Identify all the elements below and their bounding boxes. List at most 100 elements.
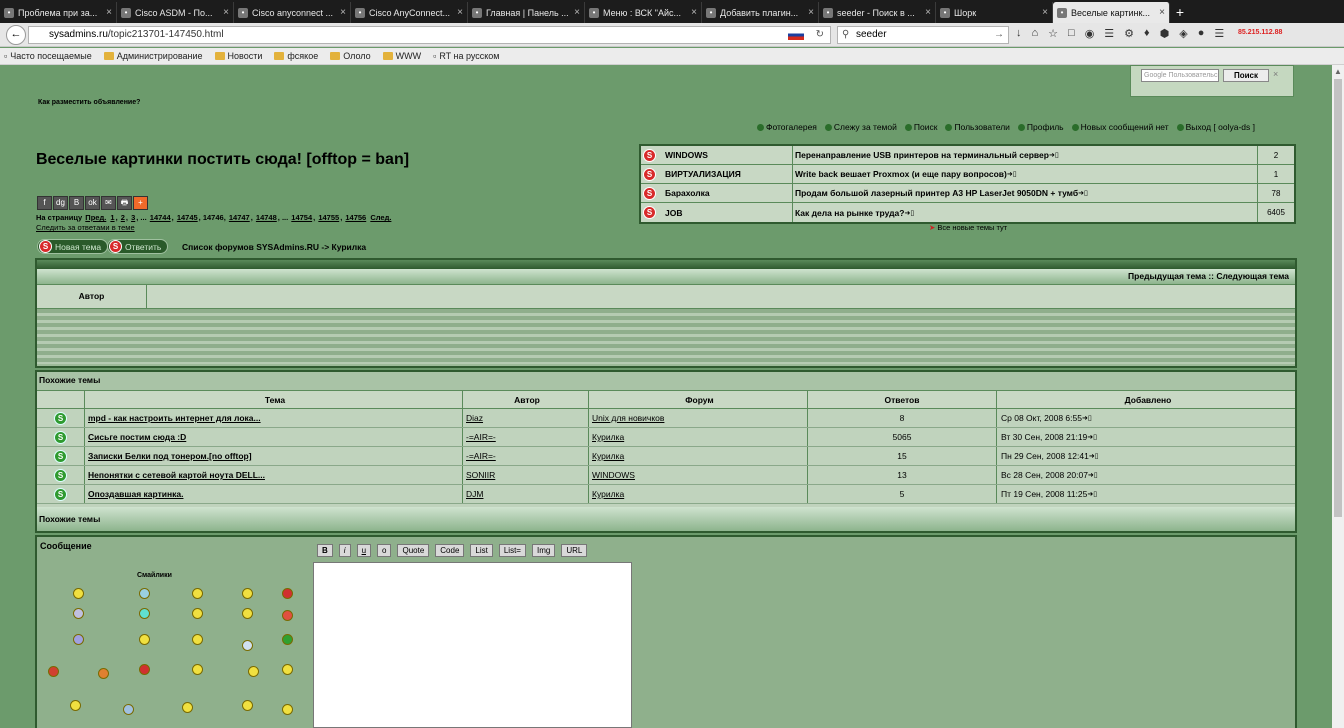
smiley-icon[interactable] [139, 664, 150, 675]
page-link[interactable]: 14747 [229, 213, 250, 222]
smiley-icon[interactable] [98, 668, 109, 679]
browser-tab[interactable]: • Cisco anyconnect ... × [234, 2, 351, 23]
pager-next-link[interactable]: След. [370, 213, 391, 222]
odnoklassniki-icon[interactable]: ok [85, 196, 100, 210]
page-link[interactable]: 3 [131, 213, 135, 222]
close-tab-icon[interactable]: × [1159, 7, 1165, 18]
goto-post-icon[interactable]: ➜▯ [1088, 471, 1098, 479]
similar-forum-link[interactable]: Курилка [589, 447, 808, 465]
similar-author-link[interactable]: DJM [463, 485, 589, 503]
forum-cell[interactable]: S Барахолка [641, 184, 793, 202]
search-go-icon[interactable]: → [994, 27, 1004, 43]
home-icon[interactable]: ⌂ [1032, 27, 1039, 40]
smiley-icon[interactable] [248, 666, 259, 677]
page-link[interactable]: 14745 [177, 213, 198, 222]
similar-author-link[interactable]: SONIIR [463, 466, 589, 484]
browser-tab[interactable]: • seeder - Поиск в ... × [819, 2, 936, 23]
goto-post-icon[interactable]: ➜▯ [1007, 170, 1017, 178]
list-numbered-button[interactable]: List= [498, 544, 526, 557]
smiley-icon[interactable] [242, 640, 253, 651]
goto-post-icon[interactable]: ➜▯ [1089, 452, 1099, 460]
similar-author-link[interactable]: -=AIR=- [463, 447, 589, 465]
browser-tab[interactable]: • Веселые картинк... × [1053, 2, 1170, 23]
smiley-icon[interactable] [282, 664, 293, 675]
smiley-icon[interactable] [282, 610, 293, 621]
page-link[interactable]: 14754 [291, 213, 312, 222]
smiley-icon[interactable] [282, 704, 293, 715]
similar-topic-link[interactable]: Сисьге постим сюда :D [85, 428, 463, 446]
smiley-icon[interactable] [192, 634, 203, 645]
smiley-icon[interactable] [192, 588, 203, 599]
smiley-icon[interactable] [242, 700, 253, 711]
smiley-icon[interactable] [73, 588, 84, 599]
google-search-input[interactable]: Google Пользовательский поиск [1141, 69, 1219, 82]
scrollbar-thumb[interactable] [1334, 79, 1342, 517]
follow-topic-link[interactable]: Следить за ответами в теме [36, 223, 135, 232]
message-textarea[interactable] [313, 562, 632, 728]
topnav-item[interactable]: Новых сообщений нет [1071, 122, 1169, 132]
similar-topic-link[interactable]: mpd - как настроить интернет для лока... [85, 409, 463, 427]
prev-next-topic-nav[interactable]: Предыдущая тема :: Следующая тема [37, 269, 1295, 284]
close-tab-icon[interactable]: × [340, 7, 346, 18]
extension-icon[interactable]: ⚙ [1124, 27, 1134, 40]
page-link[interactable]: 14755 [318, 213, 339, 222]
abp-icon[interactable]: ⬢ [1160, 27, 1170, 40]
smiley-icon[interactable] [282, 588, 293, 599]
smiley-icon[interactable] [192, 664, 203, 675]
google-search-button[interactable]: Поиск [1223, 69, 1269, 82]
topnav-item[interactable]: Выход [ oolya-ds ] [1176, 122, 1255, 132]
page-link[interactable]: 1 [110, 213, 114, 222]
bold-button[interactable]: B [317, 544, 333, 557]
similar-author-link[interactable]: -=AIR=- [463, 428, 589, 446]
smiley-icon[interactable] [182, 702, 193, 713]
similar-forum-link[interactable]: Курилка [589, 428, 808, 446]
page-link[interactable]: 2 [121, 213, 125, 222]
similar-topic-link[interactable]: Записки Белки под тонером.[no offtop] [85, 447, 463, 465]
back-button[interactable]: ← [6, 25, 26, 45]
topic-cell[interactable]: Продам большой лазерный принтер A3 HP La… [793, 184, 1258, 202]
shield-icon[interactable]: ◈ [1179, 27, 1187, 40]
similar-topic-link[interactable]: Опоздавшая картинка. [85, 485, 463, 503]
italic-button[interactable]: i [338, 544, 351, 557]
facebook-icon[interactable]: f [37, 196, 52, 210]
bookmark-item[interactable]: Администрирование [103, 51, 203, 61]
reply-button[interactable]: S Ответить [107, 239, 169, 254]
topic-cell[interactable]: Write back вешает Proxmox (и еще пару во… [793, 165, 1258, 183]
close-tab-icon[interactable]: × [574, 7, 580, 18]
underline-button[interactable]: u [356, 544, 372, 557]
smiley-icon[interactable] [73, 608, 84, 619]
smiley-icon[interactable] [123, 704, 134, 715]
smiley-icon[interactable] [242, 608, 253, 619]
goto-post-icon[interactable]: ➜▯ [1087, 433, 1097, 441]
bookmark-item[interactable]: фсякое [274, 51, 318, 61]
plus-icon[interactable]: + [133, 196, 148, 210]
pager-prev-link[interactable]: Пред. [85, 213, 106, 222]
quote-button[interactable]: Quote [397, 544, 430, 557]
browser-search-input[interactable]: ⚲ seeder → [837, 26, 1009, 44]
browser-tab[interactable]: • Шорк × [936, 2, 1053, 23]
person-icon[interactable]: ● [1198, 27, 1205, 40]
close-icon[interactable]: × [1273, 69, 1278, 79]
bookmark-item[interactable]: ▫ Часто посещаемые [4, 51, 92, 61]
all-new-topics-link[interactable]: ➤ Все новые темы тут [929, 223, 1007, 232]
pocket-icon[interactable]: ◉ [1085, 27, 1095, 40]
close-tab-icon[interactable]: × [223, 7, 229, 18]
similar-author-link[interactable]: Diaz [463, 409, 589, 427]
list-button[interactable]: List [470, 544, 493, 557]
reload-icon[interactable]: ↻ [816, 27, 824, 43]
goto-post-icon[interactable]: ➜▯ [1087, 490, 1097, 498]
code-button[interactable]: Code [435, 544, 465, 557]
close-tab-icon[interactable]: × [106, 7, 112, 18]
menu-icon[interactable]: ☰ [1214, 27, 1224, 40]
topnav-item[interactable]: Профиль [1017, 122, 1064, 132]
star-icon[interactable]: ☆ [1048, 27, 1058, 40]
goto-post-icon[interactable]: ➜▯ [1082, 414, 1092, 422]
smiley-icon[interactable] [242, 588, 253, 599]
strike-button[interactable]: o [377, 544, 392, 557]
smiley-icon[interactable] [282, 634, 293, 645]
feed-icon[interactable]: ☰ [1104, 27, 1114, 40]
smiley-icon[interactable] [192, 608, 203, 619]
bookmark-item[interactable]: Ололо [330, 51, 371, 61]
bookmark-item[interactable]: WWW [382, 51, 421, 61]
smiley-icon[interactable] [139, 588, 150, 599]
